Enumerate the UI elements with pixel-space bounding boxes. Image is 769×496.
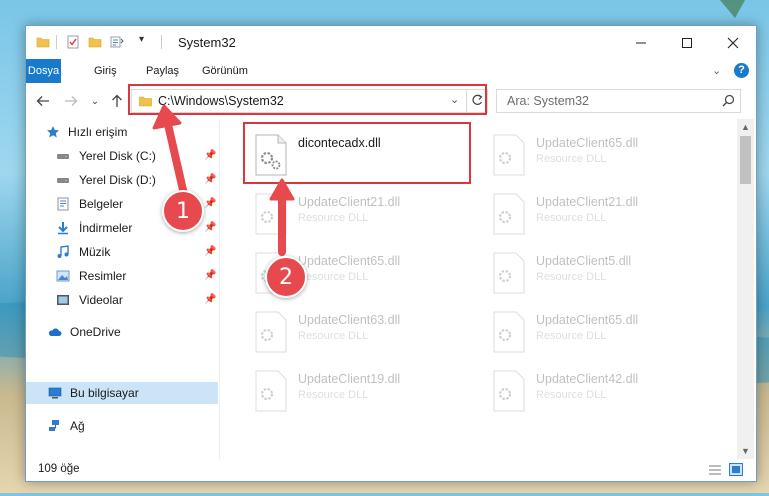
annotation-arrows <box>152 104 295 256</box>
step-badge-1: 1 <box>162 190 204 232</box>
step-badge-2: 2 <box>265 256 307 298</box>
arrow-2 <box>269 178 295 256</box>
arrow-1 <box>152 104 187 194</box>
